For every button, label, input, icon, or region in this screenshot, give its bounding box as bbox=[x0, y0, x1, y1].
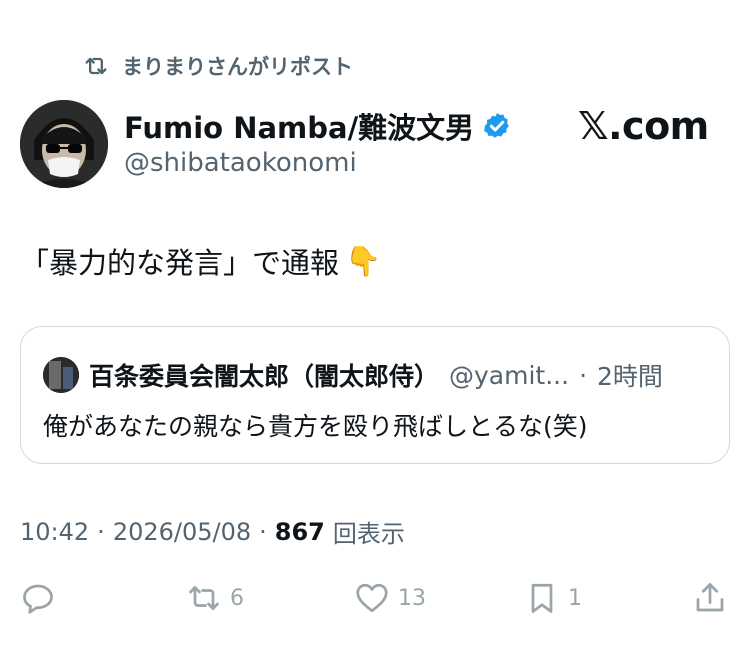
repost-text: まりまりさんがリポスト bbox=[122, 55, 353, 79]
quoted-post-time: 2時間 bbox=[597, 362, 663, 391]
verified-badge-icon bbox=[484, 112, 509, 138]
author-avatar[interactable] bbox=[20, 100, 108, 188]
repost-icon bbox=[85, 57, 107, 75]
x-com-logo: 𝕏.com bbox=[578, 104, 709, 148]
quoted-post-text: 俺があなたの親なら貴方を殴り飛ばしとるな(笑) bbox=[43, 412, 588, 441]
like-count: 13 bbox=[398, 585, 426, 611]
bookmark-button[interactable]: 1 bbox=[524, 580, 582, 616]
reply-icon bbox=[23, 584, 53, 614]
heart-icon bbox=[356, 583, 388, 613]
action-bar: 6 13 1 bbox=[0, 570, 750, 626]
like-button[interactable]: 13 bbox=[354, 580, 426, 616]
post-time[interactable]: 10:42 bbox=[20, 518, 89, 546]
repost-button[interactable]: 6 bbox=[186, 580, 244, 616]
meta-separator: · bbox=[259, 517, 267, 546]
author-info: Fumio Namba/難波文男 @shibataokonomi bbox=[124, 106, 512, 178]
bookmark-icon bbox=[531, 583, 553, 613]
view-count: 867 bbox=[274, 517, 325, 546]
share-icon bbox=[696, 583, 724, 612]
avatar-image bbox=[20, 100, 108, 188]
view-count-label: 回表示 bbox=[332, 520, 405, 548]
post-date[interactable]: 2026/05/08 bbox=[113, 518, 251, 546]
post-body: 「暴力的な発言」で通報 👇 bbox=[20, 240, 381, 282]
repost-icon bbox=[189, 586, 219, 610]
meta-separator: · bbox=[97, 517, 105, 546]
post-text: 「暴力的な発言」で通報 bbox=[20, 246, 340, 280]
bookmark-count: 1 bbox=[568, 585, 582, 611]
quoted-post-card[interactable]: 百条委員会闇太郎（闇太郎侍） @yamit... · 2時間 俺があなたの親なら… bbox=[20, 326, 730, 464]
quoted-author-avatar bbox=[43, 357, 79, 393]
author-display-name[interactable]: Fumio Namba/難波文男 bbox=[124, 105, 474, 147]
repost-count: 6 bbox=[230, 585, 244, 611]
post-meta: 10:42 · 2026/05/08 · 867 回表示 bbox=[20, 514, 405, 549]
author-handle[interactable]: @shibataokonomi bbox=[124, 148, 512, 178]
reply-button[interactable] bbox=[20, 580, 64, 616]
pointing-down-emoji: 👇 bbox=[345, 243, 382, 278]
quoted-author-name: 百条委員会闇太郎（闇太郎侍） bbox=[89, 362, 440, 391]
repost-context[interactable]: まりまりさんがリポスト bbox=[82, 50, 353, 82]
share-button[interactable] bbox=[692, 580, 736, 616]
quoted-separator: · bbox=[579, 360, 588, 390]
quoted-post-header: 百条委員会闇太郎（闇太郎侍） @yamit... · 2時間 bbox=[43, 357, 663, 393]
quoted-author-handle: @yamit... bbox=[449, 360, 570, 390]
